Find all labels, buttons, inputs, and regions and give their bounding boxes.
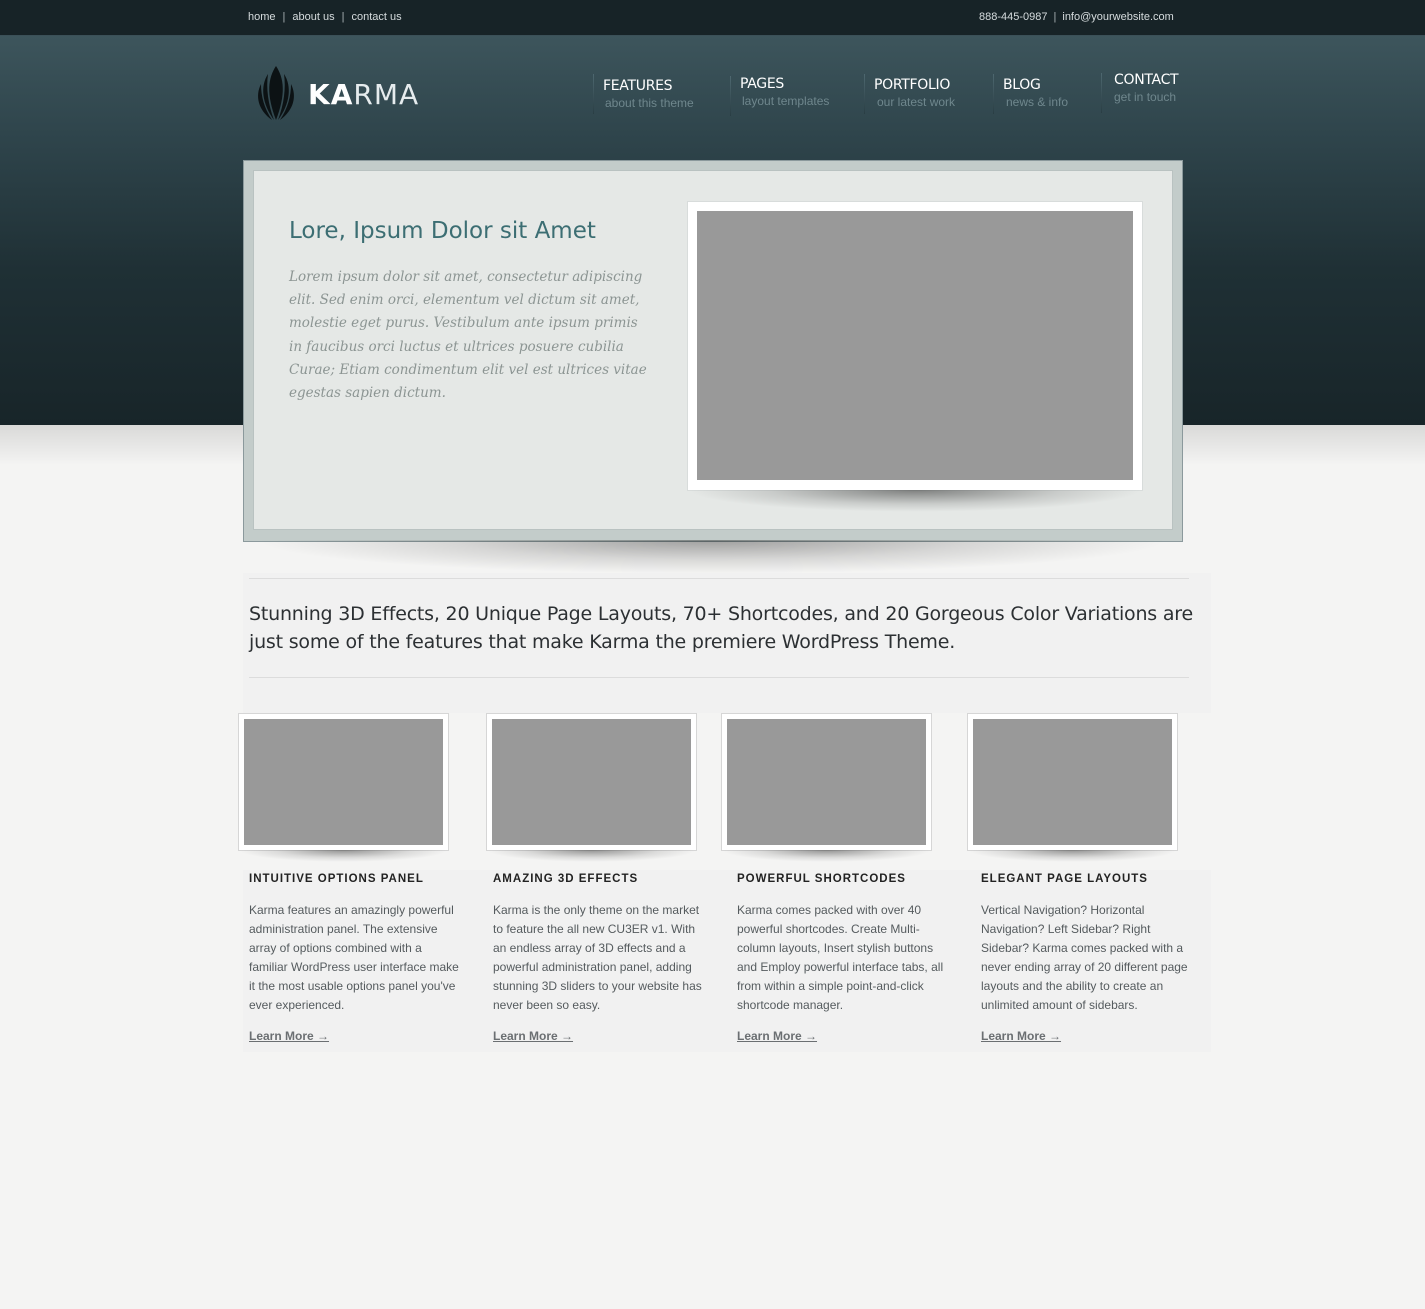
- logo-text-bold: KA: [308, 78, 354, 111]
- nav-subtitle: get in touch: [1114, 90, 1177, 104]
- feature-text: Karma is the only theme on the market to…: [493, 903, 702, 1012]
- separator: |: [341, 11, 345, 23]
- nav-divider: [730, 76, 731, 116]
- feature-image-placeholder[interactable]: [492, 719, 691, 845]
- nav-subtitle: layout templates: [742, 94, 830, 108]
- learn-more-link[interactable]: Learn More →: [737, 1029, 817, 1043]
- feature-image-shadow: [486, 850, 697, 862]
- slide-title: Lore, Ipsum Dolor sit Amet: [289, 218, 596, 244]
- nav-divider: [1101, 73, 1102, 113]
- top-link-about[interactable]: about us: [292, 11, 334, 23]
- slider-shadow: [253, 540, 1171, 574]
- nav-title: PAGES: [740, 76, 784, 92]
- feature-image-shadow: [721, 850, 932, 862]
- top-contact-info: 888-445-0987 | info@yourwebsite.com: [979, 11, 1174, 23]
- logo-text[interactable]: KARMA: [308, 78, 419, 111]
- feature-title: AMAZING 3D EFFECTS: [493, 873, 639, 885]
- separator: |: [282, 11, 286, 23]
- feature-title: POWERFUL SHORTCODES: [737, 873, 906, 885]
- nav-title: FEATURES: [603, 78, 673, 94]
- feature-title: INTUITIVE OPTIONS PANEL: [249, 873, 424, 885]
- nav-subtitle: our latest work: [877, 95, 956, 109]
- tagline-text: Stunning 3D Effects, 20 Unique Page Layo…: [249, 603, 1193, 653]
- nav-title: PORTFOLIO: [874, 77, 951, 93]
- learn-more-link[interactable]: Learn More →: [981, 1029, 1061, 1043]
- slide-text: Lorem ipsum dolor sit amet, consectetur …: [289, 269, 647, 402]
- logo-text-light: RMA: [353, 78, 420, 111]
- feature-text: Karma comes packed with over 40 powerful…: [737, 903, 944, 1012]
- top-links: home | about us | contact us: [248, 11, 402, 23]
- nav-title: BLOG: [1003, 77, 1041, 93]
- divider-bottom: [249, 677, 1189, 678]
- nav-pages[interactable]: PAGES layout templates: [730, 76, 830, 116]
- nav-divider: [864, 74, 865, 114]
- divider-top: [249, 578, 1189, 579]
- top-link-contact[interactable]: contact us: [351, 11, 401, 23]
- top-bar: [0, 0, 1425, 36]
- feature-text: Vertical Navigation? Horizontal Navigati…: [981, 903, 1188, 1012]
- slide-image-placeholder: [697, 211, 1133, 480]
- feature-title: ELEGANT PAGE LAYOUTS: [981, 873, 1148, 885]
- feature-image-placeholder[interactable]: [244, 719, 443, 845]
- feature-image-shadow: [967, 850, 1178, 862]
- phone-number: 888-445-0987: [979, 11, 1048, 23]
- nav-divider: [993, 74, 994, 114]
- nav-features[interactable]: FEATURES about this theme: [593, 74, 694, 114]
- feature-image-placeholder[interactable]: [727, 719, 926, 845]
- nav-subtitle: about this theme: [605, 96, 694, 110]
- lotus-leaf-logo-icon[interactable]: [254, 64, 298, 127]
- feature-image-placeholder[interactable]: [973, 719, 1172, 845]
- nav-contact[interactable]: CONTACT get in touch: [1101, 72, 1179, 113]
- separator: |: [1053, 11, 1057, 23]
- nav-subtitle: news & info: [1006, 95, 1069, 109]
- nav-portfolio[interactable]: PORTFOLIO our latest work: [864, 74, 956, 114]
- feature-text: Karma features an amazingly powerful adm…: [249, 903, 459, 1012]
- nav-divider: [593, 74, 594, 114]
- top-link-home[interactable]: home: [248, 11, 276, 23]
- learn-more-link[interactable]: Learn More →: [493, 1029, 573, 1043]
- slide-image-shadow: [687, 490, 1143, 512]
- nav-title: CONTACT: [1114, 72, 1179, 88]
- nav-blog[interactable]: BLOG news & info: [993, 74, 1069, 114]
- email-address[interactable]: info@yourwebsite.com: [1062, 11, 1173, 23]
- learn-more-link[interactable]: Learn More →: [249, 1029, 329, 1043]
- feature-image-shadow: [238, 850, 449, 862]
